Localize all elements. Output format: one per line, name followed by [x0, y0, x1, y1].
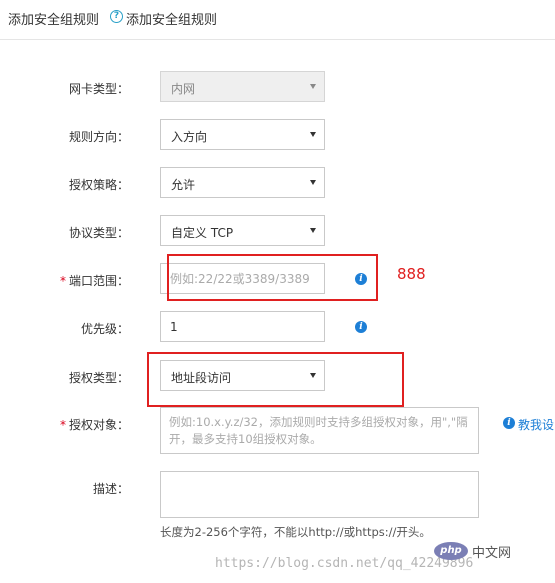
priority-input[interactable] — [160, 311, 325, 342]
chevron-down-icon — [310, 373, 316, 378]
watermark-url: https://blog.csdn.net/qq_42249896 — [215, 556, 474, 571]
priority-label: 优先级： — [81, 322, 130, 336]
auth-object-textarea[interactable] — [160, 407, 479, 454]
protocol-label: 协议类型： — [69, 226, 130, 240]
direction-value: 入方向 — [171, 130, 208, 144]
required-mark: * — [60, 274, 66, 288]
help-question-icon[interactable]: ? — [110, 10, 123, 23]
policy-label: 授权策略： — [69, 178, 130, 192]
watermark-site: 中文网 — [472, 546, 512, 561]
info-icon[interactable]: i — [355, 273, 367, 285]
direction-select[interactable]: 入方向 — [160, 119, 325, 150]
dialog-title: 添加安全组规则 — [8, 13, 100, 28]
info-icon[interactable]: i — [355, 321, 367, 333]
protocol-select[interactable]: 自定义 TCP — [160, 215, 325, 246]
port-range-label-text: 端口范围： — [69, 274, 130, 288]
nic-type-label: 网卡类型： — [69, 82, 130, 96]
description-hint: 长度为2-256个字符，不能以http://或https://开头。 — [160, 525, 431, 539]
policy-select[interactable]: 允许 — [160, 167, 325, 198]
policy-value: 允许 — [171, 178, 196, 192]
description-textarea[interactable] — [160, 471, 479, 518]
description-label: 描述： — [93, 482, 130, 496]
info-icon[interactable]: i — [503, 417, 515, 429]
chevron-down-icon — [310, 84, 316, 89]
nic-type-select: 内网 — [160, 71, 325, 102]
annotation-text: 888 — [397, 265, 426, 283]
auth-type-value: 地址段访问 — [171, 371, 232, 385]
php-logo: php — [434, 542, 468, 560]
auth-object-label-text: 授权对象： — [69, 418, 130, 432]
chevron-down-icon — [310, 228, 316, 233]
dialog-header: 添加安全组规则 ? 添加安全组规则 — [0, 0, 555, 40]
required-mark: * — [60, 418, 66, 432]
nic-type-value: 内网 — [171, 82, 196, 96]
port-range-label: * 端口范围： — [60, 272, 129, 289]
teach-me-link[interactable]: 教我设 — [518, 416, 554, 433]
chevron-down-icon — [310, 132, 316, 137]
help-link[interactable]: 添加安全组规则 — [126, 9, 217, 28]
direction-label: 规则方向： — [69, 130, 130, 144]
port-range-input[interactable] — [160, 263, 325, 294]
protocol-value: 自定义 TCP — [171, 226, 234, 240]
chevron-down-icon — [310, 180, 316, 185]
auth-object-label: * 授权对象： — [60, 416, 129, 433]
auth-type-select[interactable]: 地址段访问 — [160, 360, 325, 391]
auth-type-label: 授权类型： — [69, 371, 130, 385]
